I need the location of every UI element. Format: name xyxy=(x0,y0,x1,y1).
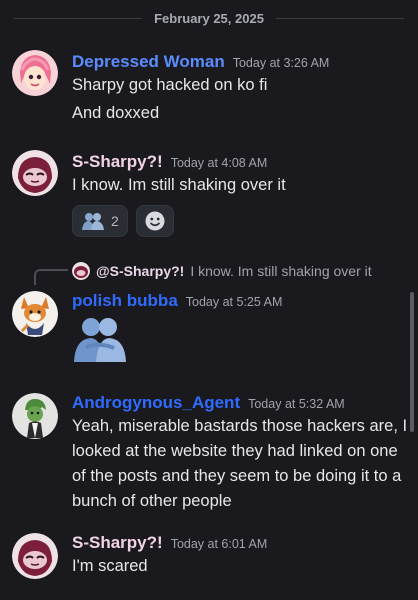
message-text: And doxxed xyxy=(72,104,160,122)
avatar-maroon-creature-icon xyxy=(12,533,58,579)
avatar-maroon-creature-icon xyxy=(72,262,90,280)
reply-connector xyxy=(34,269,68,285)
reaction-count: 2 xyxy=(111,213,119,229)
author-name[interactable]: Depressed Woman xyxy=(72,52,225,72)
avatar[interactable] xyxy=(12,150,58,196)
message-text: I know. Im still shaking over it xyxy=(72,176,286,194)
avatar-pink-hair-icon xyxy=(12,50,58,96)
message-text: Sharpy got hacked on ko fi xyxy=(72,76,268,94)
avatar-green-agent-icon xyxy=(12,393,58,439)
message-timestamp: Today at 5:25 AM xyxy=(185,295,283,309)
add-reaction-icon xyxy=(145,211,165,231)
avatar[interactable] xyxy=(12,393,58,439)
divider-line-left xyxy=(14,17,143,19)
message-timestamp: Today at 4:08 AM xyxy=(170,156,268,170)
reaction-button[interactable]: 2 xyxy=(72,205,128,237)
reaction-bar: 2 xyxy=(72,205,174,237)
message-text: I'm scared xyxy=(72,557,148,575)
reply-preview[interactable]: @S-Sharpy?! I know. Im still shaking ove… xyxy=(72,262,372,280)
author-name[interactable]: polish bubba xyxy=(72,291,178,311)
avatar[interactable] xyxy=(12,50,58,96)
author-name[interactable]: Androgynous_Agent xyxy=(72,393,240,413)
reply-text: I know. Im still shaking over it xyxy=(190,263,372,279)
hug-sticker[interactable] xyxy=(72,315,128,363)
reply-avatar xyxy=(72,262,90,280)
author-name[interactable]: S-Sharpy?! xyxy=(72,533,163,553)
avatar[interactable] xyxy=(12,291,58,337)
reply-author[interactable]: @S-Sharpy?! xyxy=(96,263,184,279)
date-divider-label: February 25, 2025 xyxy=(154,10,264,26)
hug-emoji-icon xyxy=(82,213,104,230)
divider-line-right xyxy=(275,17,405,19)
author-name[interactable]: S-Sharpy?! xyxy=(72,152,163,172)
hug-sticker-icon xyxy=(74,318,126,362)
scrollbar-thumb[interactable] xyxy=(410,292,414,432)
message-timestamp: Today at 6:01 AM xyxy=(170,537,268,551)
message-text: Yeah, miserable bastards those hackers a… xyxy=(72,417,408,510)
add-reaction-button[interactable] xyxy=(135,205,174,237)
avatar-fox-icon xyxy=(12,291,58,337)
message-timestamp: Today at 5:32 AM xyxy=(248,397,345,411)
avatar[interactable] xyxy=(12,533,58,579)
message-timestamp: Today at 3:26 AM xyxy=(232,56,330,70)
date-divider: February 25, 2025 xyxy=(14,8,405,28)
avatar-maroon-creature-icon xyxy=(12,150,58,196)
